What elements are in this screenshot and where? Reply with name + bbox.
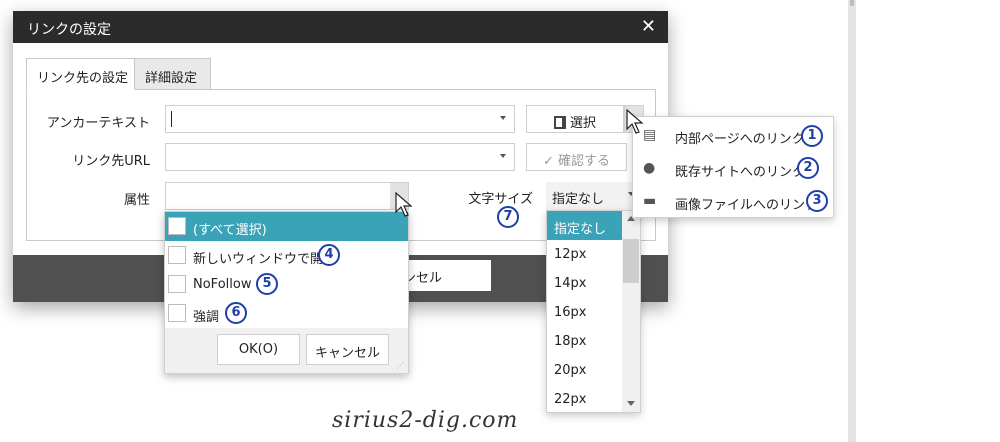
size-option[interactable]: 18px: [547, 327, 622, 356]
mouse-pointer-icon: [395, 192, 413, 217]
font-size-label: 文字サイズ: [468, 192, 533, 207]
size-option[interactable]: 14px: [547, 269, 622, 298]
close-icon[interactable]: ✕: [641, 16, 656, 37]
attr-option-label: 強調: [193, 310, 220, 325]
size-option[interactable]: 16px: [547, 298, 622, 327]
attribute-select[interactable]: [165, 182, 409, 210]
checkbox[interactable]: [168, 217, 186, 235]
check-icon: ✓: [542, 154, 554, 169]
confirm-button[interactable]: ✓ 確認する: [526, 143, 627, 171]
url-label: リンク先URL: [72, 154, 150, 169]
chevron-down-icon[interactable]: [500, 116, 506, 120]
attr-option-nofollow[interactable]: NoFollow: [165, 270, 408, 299]
chevron-down-icon[interactable]: [500, 154, 506, 158]
menu-item-image-file[interactable]: ▬ 画像ファイルへのリンク: [633, 185, 833, 217]
mouse-pointer-icon: [626, 109, 644, 134]
checkbox[interactable]: [168, 275, 186, 293]
tab-link-target[interactable]: リンク先の設定: [26, 58, 135, 90]
confirm-button-label: 確認する: [558, 154, 611, 169]
menu-item-label: 画像ファイルへのリンク: [675, 198, 819, 213]
select-button-label: 選択: [569, 116, 596, 131]
font-size-value: 指定なし: [552, 192, 605, 207]
globe-icon: ●: [643, 160, 656, 176]
font-size-dropdown: 指定なし 12px 14px 16px 18px 20px 22px: [546, 210, 641, 413]
attribute-label: 属性: [123, 193, 150, 208]
attribute-dropdown: (すべて選択) 新しいウィンドウで開く NoFollow 強調 OK(O) キャ…: [164, 211, 409, 374]
marker-5: 5: [256, 273, 278, 295]
page-scrollbar[interactable]: [848, 0, 856, 442]
pages-icon: ▤: [643, 127, 657, 143]
marker-2: 2: [797, 157, 819, 179]
attr-option-new-window[interactable]: 新しいウィンドウで開く: [165, 241, 408, 270]
watermark: sirius2-dig.com: [332, 408, 519, 433]
checkbox[interactable]: [168, 304, 186, 322]
text-caret: [171, 111, 172, 127]
marker-3: 3: [806, 190, 828, 212]
menu-item-label: 既存サイトへのリンク: [675, 165, 806, 180]
menu-item-label: 内部ページへのリンク: [675, 132, 805, 147]
tab-advanced[interactable]: 詳細設定: [134, 58, 211, 90]
attr-option-emphasis[interactable]: 強調: [165, 299, 408, 328]
size-option[interactable]: 12px: [547, 240, 622, 269]
anchor-text-input[interactable]: [165, 105, 515, 133]
marker-4: 4: [318, 244, 340, 266]
dialog-title: リンクの設定: [27, 22, 111, 38]
scroll-down-icon[interactable]: [627, 401, 635, 406]
size-option[interactable]: 20px: [547, 356, 622, 385]
attr-dropdown-footer: OK(O) キャンセル ⋰: [165, 328, 408, 373]
select-button[interactable]: 選択: [526, 105, 624, 133]
resize-grip-icon[interactable]: ⋰: [396, 361, 405, 370]
attr-option-label: (すべて選択): [193, 223, 267, 238]
url-input[interactable]: [165, 143, 515, 171]
marker-1: 1: [801, 125, 823, 147]
marker-7: 7: [497, 206, 519, 228]
attr-option-label: 新しいウィンドウで開く: [193, 252, 337, 267]
size-option[interactable]: 指定なし: [547, 211, 622, 240]
size-list-scrollbar-thumb[interactable]: [623, 239, 639, 283]
size-option[interactable]: 22px: [547, 385, 622, 414]
cancel-button[interactable]: キャンセル: [306, 334, 389, 365]
font-size-select[interactable]: 指定なし: [546, 182, 642, 210]
marker-6: 6: [225, 302, 247, 324]
dialog-titlebar: リンクの設定 ✕: [13, 11, 668, 43]
attr-option-label: NoFollow: [193, 277, 252, 292]
image-icon: ▬: [643, 193, 657, 209]
anchor-text-label: アンカーテキスト: [46, 116, 150, 131]
screen: リンクの設定 ✕ リンク先の設定 詳細設定 アンカーテキスト 選択 リンク先UR…: [0, 0, 1000, 442]
attr-option-select-all[interactable]: (すべて選択): [165, 212, 408, 241]
ok-button[interactable]: OK(O): [217, 334, 300, 365]
page-scrollbar-thumb[interactable]: [850, 0, 854, 6]
pages-icon: [553, 116, 566, 129]
checkbox[interactable]: [168, 246, 186, 264]
